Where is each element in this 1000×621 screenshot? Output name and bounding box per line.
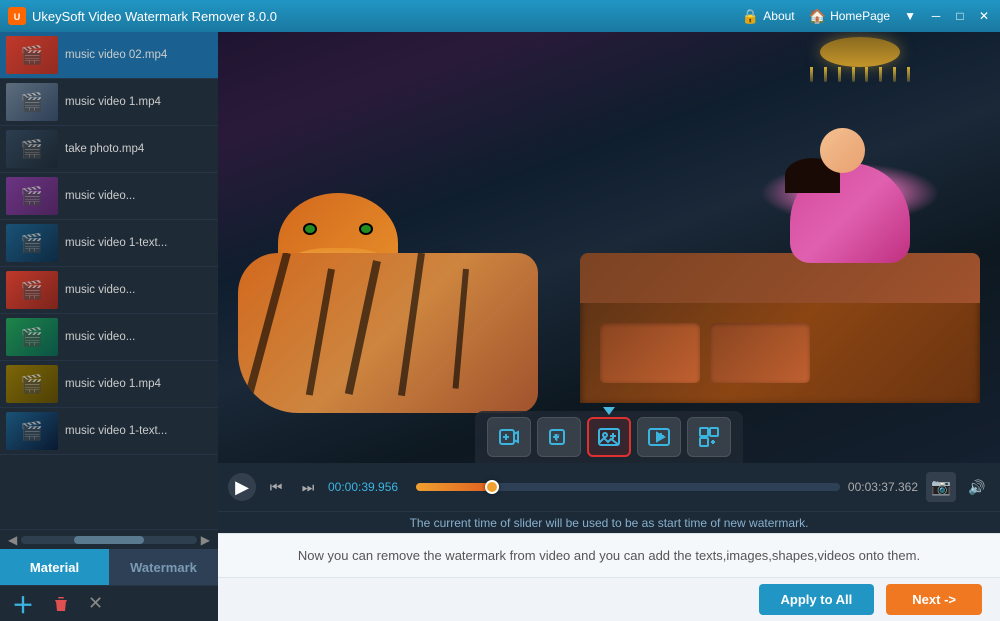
- minimize-button[interactable]: ─: [928, 8, 944, 24]
- titlebar: U UkeySoft Video Watermark Remover 8.0.0…: [0, 0, 1000, 32]
- file-name: music video 1.mp4: [65, 96, 161, 108]
- controls-bar: ▶ ⏮ ⏭ 00:00:39.956 00:03:37.362 📷 🔊: [218, 463, 1000, 511]
- file-list-item-0[interactable]: 🎬 music video 02.mp4: [0, 32, 218, 79]
- file-name: music video 1-text...: [65, 425, 167, 437]
- left-panel: 🎬 music video 02.mp4 🎬 music video 1.mp4…: [0, 32, 218, 621]
- file-name: music video...: [65, 284, 135, 296]
- time-current: 00:00:39.956: [328, 480, 408, 494]
- file-name: music video 1.mp4: [65, 378, 161, 390]
- file-thumbnail: 🎬: [6, 130, 58, 168]
- add-file-button[interactable]: ＋: [12, 588, 34, 620]
- scroll-left-arrow[interactable]: ◀: [8, 533, 17, 547]
- tooltip-bar: The current time of slider will be used …: [218, 511, 1000, 533]
- file-list-item-8[interactable]: 🎬 music video 1-text...: [0, 408, 218, 455]
- app-title: UkeySoft Video Watermark Remover 8.0.0: [32, 9, 742, 24]
- file-thumbnail: 🎬: [6, 36, 58, 74]
- file-list-item-3[interactable]: 🎬 music video...: [0, 173, 218, 220]
- right-panel: T: [218, 32, 1000, 621]
- about-button[interactable]: 🔒 About: [742, 8, 795, 25]
- homepage-button[interactable]: 🏠 HomePage: [809, 8, 890, 25]
- file-name: music video...: [65, 190, 135, 202]
- delete-file-button[interactable]: [52, 595, 70, 613]
- tab-watermark[interactable]: Watermark: [109, 549, 218, 585]
- progress-thumb[interactable]: [485, 480, 499, 494]
- maximize-button[interactable]: □: [952, 8, 968, 24]
- file-thumbnail: 🎬: [6, 83, 58, 121]
- add-mosaic-tool-button[interactable]: [687, 417, 731, 457]
- file-name: music video...: [65, 331, 135, 343]
- screenshot-button[interactable]: 📷: [926, 472, 956, 502]
- file-thumbnail: 🎬: [6, 177, 58, 215]
- video-scene: [218, 32, 1000, 463]
- file-list-item-1[interactable]: 🎬 music video 1.mp4: [0, 79, 218, 126]
- file-list-item-6[interactable]: 🎬 music video...: [0, 314, 218, 361]
- time-total: 00:03:37.362: [848, 480, 918, 494]
- lock-icon: 🔒: [742, 8, 759, 25]
- file-thumbnail: 🎬: [6, 318, 58, 356]
- add-media-tool-button[interactable]: [637, 417, 681, 457]
- svg-text:U: U: [14, 12, 21, 22]
- window-controls: ─ □ ✕: [928, 8, 992, 24]
- file-thumbnail: 🎬: [6, 365, 58, 403]
- chandelier: [800, 37, 920, 97]
- home-icon: 🏠: [809, 8, 826, 25]
- add-text-tool-button[interactable]: T: [537, 417, 581, 457]
- main-layout: 🎬 music video 02.mp4 🎬 music video 1.mp4…: [0, 32, 1000, 621]
- video-area: T: [218, 32, 1000, 463]
- clear-files-button[interactable]: ✕: [88, 593, 103, 614]
- app-logo: U: [8, 7, 26, 25]
- progress-fill: [416, 483, 492, 491]
- file-name: music video 02.mp4: [65, 49, 167, 61]
- scroll-thumb: [74, 536, 144, 544]
- file-list-item-7[interactable]: 🎬 music video 1.mp4: [0, 361, 218, 408]
- dropdown-arrow-icon: [603, 407, 615, 415]
- file-list-item-4[interactable]: 🎬 music video 1-text...: [0, 220, 218, 267]
- file-list-item-5[interactable]: 🎬 music video...: [0, 267, 218, 314]
- next-frame-button[interactable]: ⏭: [296, 475, 320, 499]
- file-thumbnail: 🎬: [6, 224, 58, 262]
- file-name: take photo.mp4: [65, 143, 144, 155]
- footer-buttons: Apply to All Next ->: [218, 577, 1000, 621]
- play-button[interactable]: ▶: [228, 473, 256, 501]
- scroll-track[interactable]: [21, 536, 197, 544]
- next-button[interactable]: Next ->: [886, 584, 982, 615]
- add-video-tool-button[interactable]: [487, 417, 531, 457]
- close-button[interactable]: ✕: [976, 8, 992, 24]
- chevron-down-icon: ▼: [904, 9, 916, 23]
- sofa-area: [560, 203, 980, 403]
- add-image-tool-button[interactable]: [587, 417, 631, 457]
- nav-items: 🔒 About 🏠 HomePage ▼: [742, 8, 916, 25]
- scroll-right-arrow[interactable]: ▶: [201, 533, 210, 547]
- prev-frame-button[interactable]: ⏮: [264, 475, 288, 499]
- video-frame: [218, 32, 1000, 463]
- action-bar: ＋ ✕: [0, 585, 218, 621]
- apply-to-all-button[interactable]: Apply to All: [759, 584, 875, 615]
- dropdown-button[interactable]: ▼: [904, 9, 916, 23]
- video-toolbar: T: [475, 411, 743, 463]
- tab-bar: Material Watermark: [0, 549, 218, 585]
- horizontal-scrollbar[interactable]: ◀ ▶: [0, 529, 218, 549]
- tab-material[interactable]: Material: [0, 549, 109, 585]
- info-bar: Now you can remove the watermark from vi…: [218, 533, 1000, 577]
- file-name: music video 1-text...: [65, 237, 167, 249]
- tiger: [238, 193, 588, 443]
- file-thumbnail: 🎬: [6, 271, 58, 309]
- file-thumbnail: 🎬: [6, 412, 58, 450]
- file-list-item-2[interactable]: 🎬 take photo.mp4: [0, 126, 218, 173]
- volume-button[interactable]: 🔊: [964, 474, 990, 500]
- progress-bar[interactable]: [416, 483, 840, 491]
- file-list: 🎬 music video 02.mp4 🎬 music video 1.mp4…: [0, 32, 218, 529]
- tiger-body: [238, 253, 538, 413]
